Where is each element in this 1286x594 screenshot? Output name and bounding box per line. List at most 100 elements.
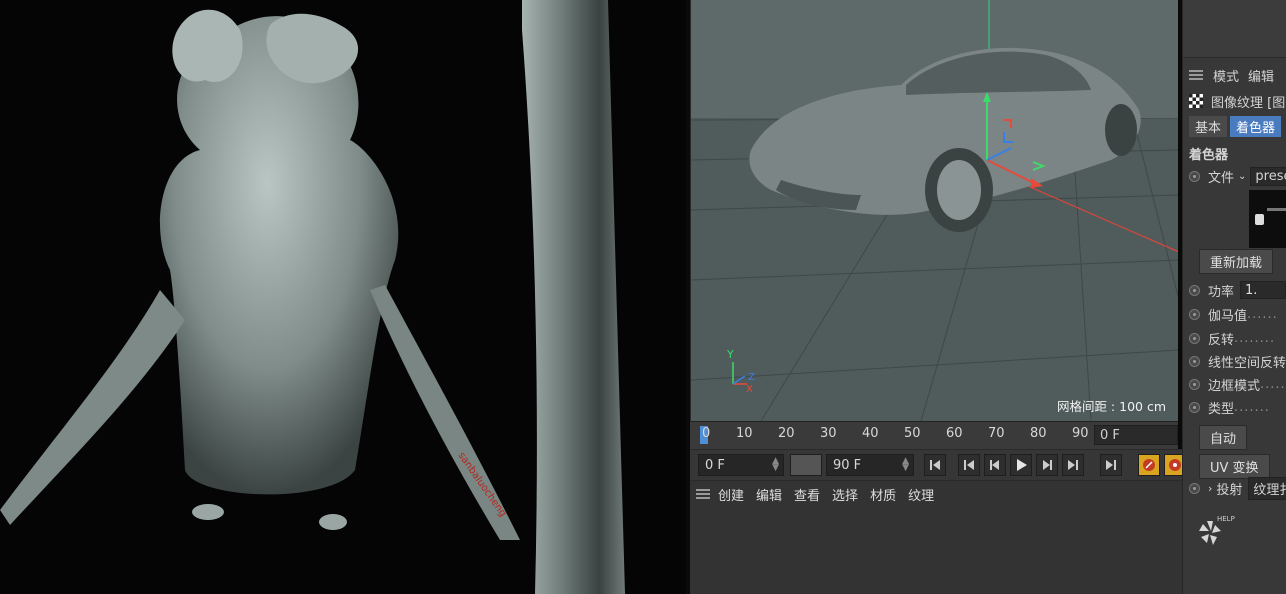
viewport-scene: Y Z X — [691, 0, 1178, 421]
3d-viewport[interactable]: Y Z X 网格间距 : 100 cm — [690, 0, 1178, 421]
prev-key-icon — [964, 460, 974, 470]
help-icon[interactable]: HELP — [1195, 515, 1235, 551]
power-field[interactable]: 1. — [1240, 281, 1286, 299]
animate-radio[interactable] — [1189, 355, 1200, 367]
go-to-end-icon — [1106, 460, 1116, 470]
type-row: 类型....... — [1183, 398, 1286, 417]
projection-field[interactable]: 纹理扌 — [1248, 476, 1286, 500]
menu-icon[interactable] — [696, 489, 710, 499]
file-row: 文件 ⌄ prese — [1183, 166, 1286, 186]
play-icon — [1017, 459, 1027, 471]
ruler-tick: 70 — [988, 426, 1005, 441]
texture-preview-thumbnail — [1249, 190, 1286, 248]
next-key-icon — [1068, 460, 1078, 470]
auto-row: 自动 — [1183, 424, 1286, 450]
auto-key-icon — [1169, 459, 1181, 471]
start-frame-value: 0 F — [705, 458, 725, 473]
ruler-tick: 0 — [702, 426, 711, 441]
type-label: 类型 — [1208, 401, 1235, 417]
file-path-field[interactable]: prese — [1250, 166, 1286, 186]
transport-bar: 0 F ▲ ▼ 90 F ▲ ▼ — [690, 449, 1186, 480]
border-mode-row: 边框模式..... — [1183, 375, 1286, 394]
animate-radio[interactable] — [1189, 332, 1200, 344]
gamma-label: 伽马值 — [1208, 308, 1248, 324]
next-frame-icon — [1043, 460, 1052, 470]
auto-button[interactable]: 自动 — [1199, 424, 1248, 450]
end-frame-value: 90 F — [833, 458, 862, 473]
object-title: 图像纹理 [图 — [1211, 95, 1286, 111]
next-key-button[interactable] — [1062, 454, 1084, 476]
reload-button[interactable]: 重新加载 — [1199, 248, 1274, 274]
menu-view[interactable]: 查看 — [794, 485, 820, 504]
animate-radio[interactable] — [1189, 284, 1200, 296]
border-mode-label: 边框模式 — [1208, 378, 1261, 394]
menu-material[interactable]: 材质 — [870, 485, 896, 504]
prev-frame-icon — [990, 460, 999, 470]
menu-edit[interactable]: 编辑 — [1248, 66, 1274, 85]
menu-select[interactable]: 选择 — [832, 485, 858, 504]
menu-edit[interactable]: 编辑 — [756, 485, 782, 504]
ruler-tick: 20 — [778, 426, 795, 441]
invert-label: 反转 — [1208, 332, 1235, 348]
go-to-end-button[interactable] — [1100, 454, 1122, 476]
axis-y-label: Y — [726, 348, 734, 361]
animate-radio[interactable] — [1189, 482, 1200, 494]
invert-row: 反转........ — [1183, 329, 1286, 348]
animate-radio[interactable] — [1189, 170, 1200, 182]
tab-basic[interactable]: 基本 — [1189, 115, 1228, 137]
prev-key-button[interactable] — [958, 454, 980, 476]
power-label: 功率 — [1208, 284, 1235, 300]
range-slider[interactable] — [790, 454, 822, 476]
chevron-down-icon[interactable]: ⌄ — [1238, 171, 1246, 182]
object-title-row: 图像纹理 [图 — [1183, 92, 1286, 111]
go-to-start-button[interactable] — [924, 454, 946, 476]
record-icon — [1143, 459, 1155, 471]
attributes-menu-bar: 模式 编辑 — [1183, 66, 1286, 85]
projection-label: 投射 — [1216, 482, 1243, 498]
reload-row: 重新加载 — [1183, 248, 1286, 274]
grid-spacing-readout: 网格间距 : 100 cm — [1056, 399, 1166, 414]
uv-transform-button[interactable]: UV 变换 — [1199, 453, 1270, 479]
ruler-tick: 60 — [946, 426, 963, 441]
ruler-tick: 80 — [1030, 426, 1047, 441]
attribute-tabs: 基本 着色器 — [1183, 115, 1286, 137]
render-image: sanbaluocheng — [0, 0, 625, 594]
prev-frame-button[interactable] — [984, 454, 1006, 476]
projection-row: › 投射 纹理扌 — [1183, 476, 1286, 500]
go-to-start-icon — [930, 460, 940, 470]
help-label: HELP — [1217, 515, 1235, 523]
start-frame-field[interactable]: 0 F ▲ ▼ — [698, 454, 784, 476]
material-menu-bar: 创建 编辑 查看 选择 材质 纹理 — [690, 481, 1182, 507]
attributes-panel: 模式 编辑 图像纹理 [图 基本 着色器 着色器 文件 ⌄ prese 重新加载… — [1182, 0, 1286, 594]
linear-invert-row: 线性空间反转 — [1183, 352, 1286, 371]
axis-x-label: X — [746, 384, 753, 395]
menu-mode[interactable]: 模式 — [1213, 66, 1239, 85]
play-button[interactable] — [1010, 454, 1032, 476]
power-row: 功率 1. — [1183, 280, 1286, 300]
axis-indicator-icon — [732, 362, 747, 385]
ruler-tick: 40 — [862, 426, 879, 441]
uv-row: UV 变换 — [1183, 453, 1286, 479]
menu-create[interactable]: 创建 — [718, 485, 744, 504]
ruler-tick: 30 — [820, 426, 837, 441]
ruler-tick: 50 — [904, 426, 921, 441]
ruler-tick: 10 — [736, 426, 753, 441]
next-frame-button[interactable] — [1036, 454, 1058, 476]
chevron-right-icon[interactable]: › — [1208, 482, 1212, 495]
animate-radio[interactable] — [1189, 378, 1200, 390]
animate-radio[interactable] — [1189, 401, 1200, 413]
render-preview: sanbaluocheng — [0, 0, 686, 594]
gamma-row: 伽马值...... — [1183, 305, 1286, 324]
menu-icon[interactable] — [1189, 70, 1203, 80]
end-frame-field[interactable]: 90 F ▲ ▼ — [826, 454, 914, 476]
animate-radio[interactable] — [1189, 308, 1200, 320]
material-manager: 创建 编辑 查看 选择 材质 纹理 — [690, 480, 1182, 594]
linear-invert-label: 线性空间反转 — [1208, 355, 1286, 371]
file-label: 文件 — [1208, 170, 1235, 186]
section-heading: 着色器 — [1189, 147, 1229, 163]
menu-texture[interactable]: 纹理 — [908, 485, 934, 504]
checker-texture-icon — [1189, 94, 1203, 108]
tab-shader[interactable]: 着色器 — [1230, 115, 1282, 137]
record-button[interactable] — [1138, 454, 1160, 476]
current-frame-field[interactable]: 0 F — [1094, 425, 1178, 445]
